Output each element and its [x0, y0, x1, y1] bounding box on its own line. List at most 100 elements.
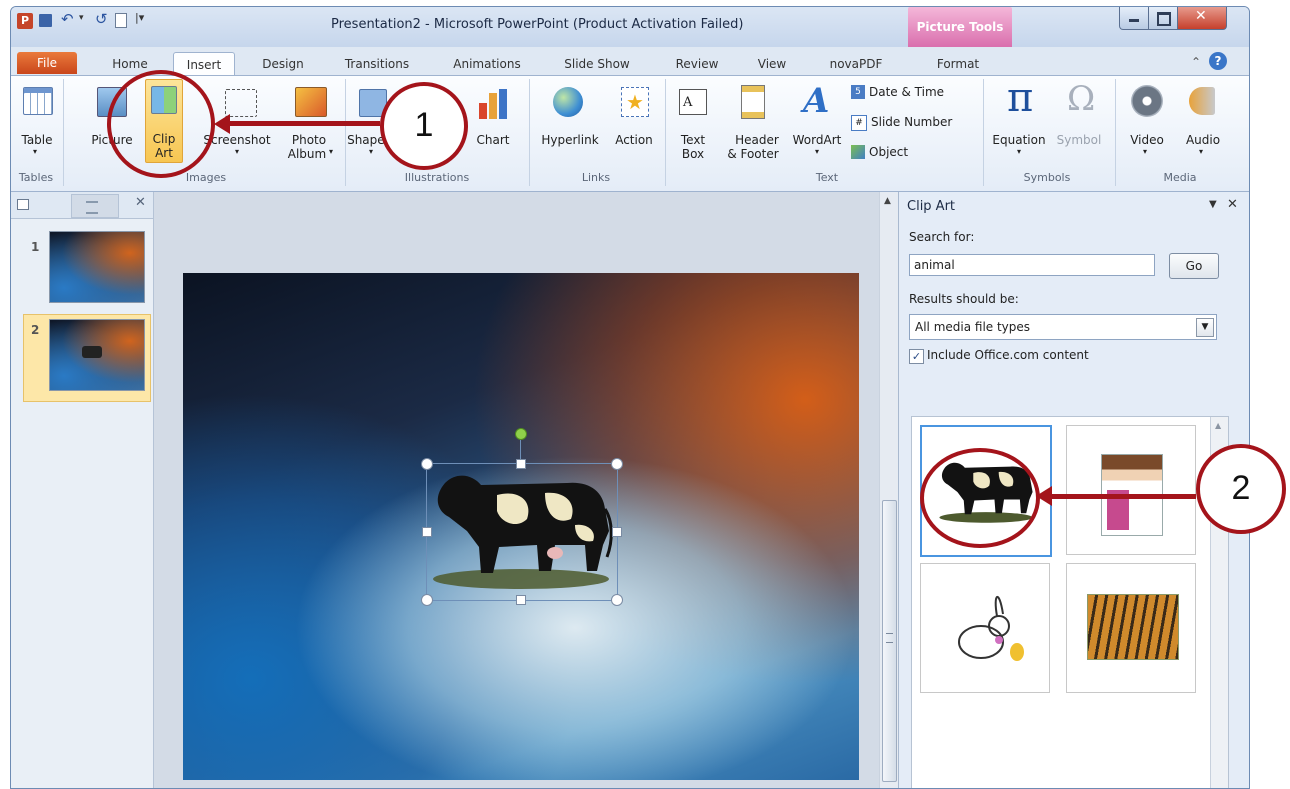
resize-handle-sw[interactable]	[421, 594, 433, 606]
group-separator	[529, 79, 530, 186]
header-footer-button[interactable]: Header & Footer	[719, 81, 787, 161]
new-document-icon[interactable]	[115, 13, 127, 28]
object-label: Object	[869, 145, 909, 159]
scroll-thumb[interactable]	[882, 500, 897, 782]
search-for-label: Search for:	[909, 230, 975, 244]
resize-handle-se[interactable]	[611, 594, 623, 606]
table-icon	[23, 87, 53, 115]
close-pane-icon[interactable]: ✕	[135, 195, 146, 210]
action-button[interactable]: ★ Action	[609, 81, 659, 161]
resize-handle-nw[interactable]	[421, 458, 433, 470]
undo-icon[interactable]: ↶	[61, 10, 74, 28]
maximize-icon	[1157, 12, 1171, 26]
scroll-up-icon[interactable]: ▲	[884, 196, 891, 206]
object-button[interactable]: Object	[851, 143, 941, 163]
tab-file[interactable]: File	[17, 52, 77, 74]
media-type-select[interactable]: All media file types ▼	[909, 314, 1217, 340]
header-footer-icon	[741, 85, 765, 119]
rotation-handle[interactable]	[515, 428, 527, 440]
text-box-button[interactable]: A Text Box	[671, 81, 715, 161]
slide-number-button[interactable]: # Slide Number	[851, 113, 961, 133]
resize-handle-s[interactable]	[516, 595, 526, 605]
slide-thumbnail-number: 2	[31, 323, 40, 337]
tab-novapdf[interactable]: novaPDF	[821, 52, 891, 76]
group-separator	[983, 79, 984, 186]
video-button[interactable]: Video ▾	[1121, 81, 1173, 161]
results-scroll-up-icon[interactable]: ▲	[1215, 421, 1221, 430]
outline-tab[interactable]	[71, 194, 119, 218]
symbol-button[interactable]: Ω Symbol	[1051, 79, 1107, 161]
table-dropdown-icon: ▾	[33, 147, 38, 156]
date-time-label: Date & Time	[869, 85, 945, 99]
resize-handle-n[interactable]	[516, 459, 526, 469]
annotation-arrow-1-head	[214, 114, 230, 134]
picture-tools-header: Picture Tools	[908, 7, 1012, 49]
chart-button[interactable]: Chart	[467, 81, 515, 161]
equation-button[interactable]: π Equation ▾	[987, 75, 1051, 161]
tab-format[interactable]: Format	[923, 52, 993, 76]
tab-view[interactable]: View	[747, 52, 797, 76]
minimize-icon	[1129, 19, 1139, 22]
task-pane-close-icon[interactable]: ✕	[1227, 197, 1238, 212]
table-button[interactable]: Table ▾	[15, 81, 59, 161]
maximize-button[interactable]	[1148, 7, 1178, 30]
tab-insert[interactable]: Insert	[173, 52, 235, 77]
task-pane-options-icon[interactable]: ▼	[1209, 199, 1217, 210]
annotation-number-1: 1	[414, 106, 434, 144]
video-dropdown-icon: ▾	[1143, 147, 1148, 156]
shapes-dropdown-icon: ▾	[369, 147, 374, 156]
result-rabbit[interactable]	[920, 563, 1050, 693]
include-office-checkbox[interactable]: ✓	[909, 349, 924, 364]
tab-review[interactable]: Review	[667, 52, 727, 76]
hyperlink-button[interactable]: Hyperlink	[533, 81, 607, 161]
redo-icon[interactable]: ↺	[95, 10, 108, 28]
header-footer-label-line1: Header	[735, 133, 779, 147]
group-separator	[63, 79, 64, 186]
tab-animations[interactable]: Animations	[447, 52, 527, 76]
annotation-arrow-2-head	[1036, 486, 1052, 506]
powerpoint-logo-icon[interactable]: P	[17, 13, 33, 29]
search-input[interactable]: animal	[909, 254, 1155, 276]
slide-thumbnail-2[interactable]	[49, 319, 145, 391]
screenshot-icon	[225, 89, 257, 117]
photo-album-icon	[295, 87, 327, 117]
chevron-down-icon[interactable]: ▼	[1196, 318, 1214, 337]
slides-pane-tabs: ✕	[11, 192, 153, 219]
tab-transitions[interactable]: Transitions	[337, 52, 417, 76]
customize-toolbar-icon[interactable]: |▾	[135, 11, 144, 24]
undo-dropdown-icon[interactable]: ▾	[79, 13, 84, 23]
editor-vertical-scrollbar[interactable]: ▲	[879, 192, 898, 788]
resize-handle-ne[interactable]	[611, 458, 623, 470]
slide-thumbnail-1[interactable]	[49, 231, 145, 303]
hyperlink-label: Hyperlink	[541, 133, 599, 147]
wordart-button[interactable]: A WordArt ▾	[789, 81, 845, 161]
text-box-icon: A	[679, 89, 707, 115]
result-vet[interactable]	[1066, 425, 1196, 555]
audio-button[interactable]: Audio ▾	[1175, 81, 1231, 161]
result-tiger[interactable]	[1066, 563, 1196, 693]
date-time-button[interactable]: 5 Date & Time	[851, 83, 951, 103]
resize-handle-e[interactable]	[612, 527, 622, 537]
equation-icon: π	[1007, 75, 1034, 121]
tab-slide-show[interactable]: Slide Show	[557, 52, 637, 76]
tab-design[interactable]: Design	[253, 52, 313, 76]
close-icon: ✕	[1195, 8, 1207, 24]
slide-canvas[interactable]	[183, 273, 859, 780]
save-icon[interactable]	[39, 14, 52, 27]
hyperlink-icon	[553, 87, 583, 117]
slide-thumbnail-number: 1	[31, 240, 40, 254]
minimize-ribbon-icon[interactable]: ⌃	[1191, 55, 1201, 69]
text-box-label-line2: Box	[681, 147, 705, 161]
resize-handle-w[interactable]	[422, 527, 432, 537]
cow-thumbnail-image	[82, 346, 102, 358]
go-button[interactable]: Go	[1169, 253, 1219, 279]
group-symbols-label: Symbols	[1023, 171, 1071, 184]
group-links-label: Links	[581, 171, 611, 184]
group-text-label: Text	[815, 171, 839, 184]
slides-tab-icon[interactable]	[17, 199, 29, 210]
help-icon[interactable]: ?	[1209, 52, 1227, 70]
group-separator	[1115, 79, 1116, 186]
minimize-button[interactable]	[1119, 7, 1149, 30]
close-button[interactable]: ✕	[1177, 7, 1227, 30]
wordart-label: WordArt	[792, 133, 842, 147]
